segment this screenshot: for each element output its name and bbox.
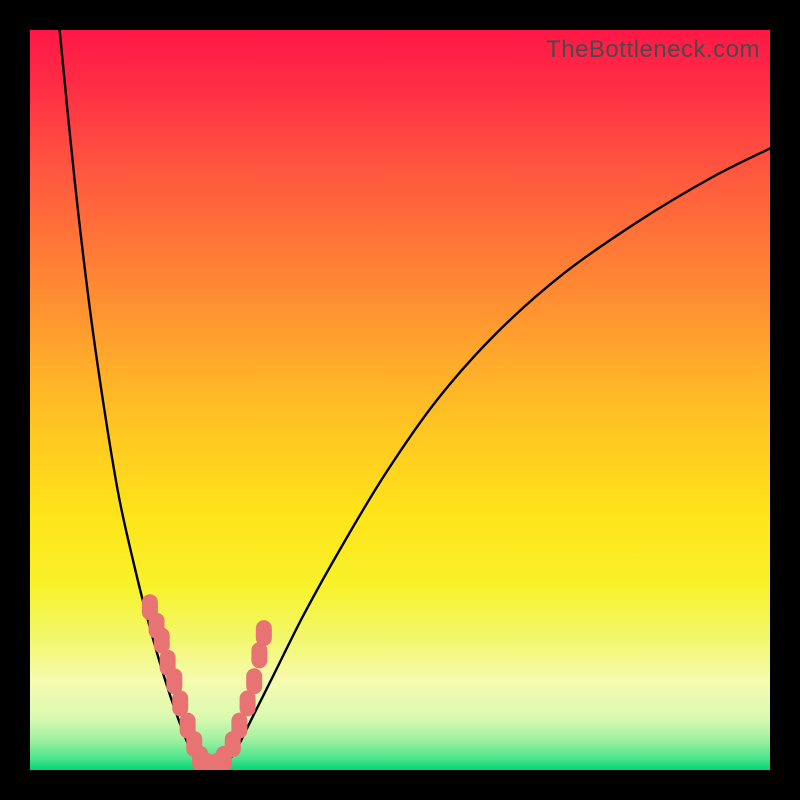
- outer-frame: TheBottleneck.com: [0, 0, 800, 800]
- plot-area: TheBottleneck.com: [30, 30, 770, 770]
- heatmap-background: [30, 30, 770, 770]
- watermark-text: TheBottleneck.com: [546, 36, 760, 64]
